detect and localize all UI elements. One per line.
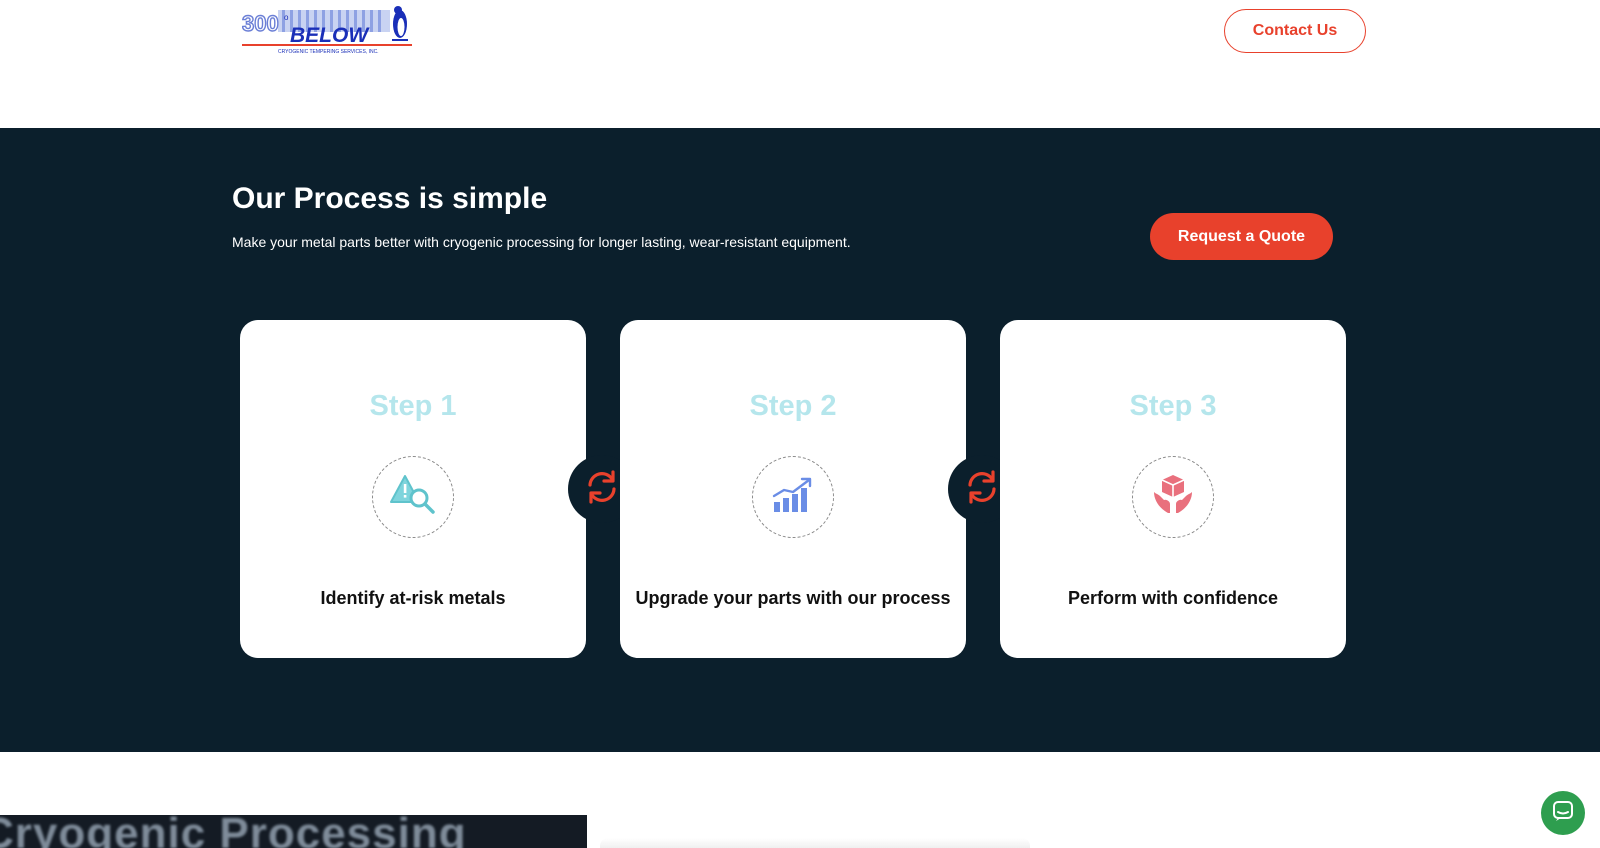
svg-text:BELOW: BELOW bbox=[290, 24, 370, 47]
step-icon-ring bbox=[752, 456, 834, 538]
step-title: Step 1 bbox=[369, 390, 457, 422]
step-card-2: Step 2 Upgrade your parts with our proce… bbox=[620, 320, 966, 658]
image-caption-text: Cryogenic Processing bbox=[0, 815, 467, 848]
step-icon-ring bbox=[1132, 456, 1214, 538]
hands-box-icon bbox=[1151, 472, 1195, 523]
growth-chart-icon bbox=[771, 476, 815, 519]
refresh-cycle-icon bbox=[584, 469, 620, 509]
content-card-edge bbox=[600, 838, 1030, 848]
chat-widget-button[interactable] bbox=[1541, 791, 1585, 835]
step-icon-ring bbox=[372, 456, 454, 538]
svg-text:300: 300 bbox=[242, 11, 279, 36]
process-subtitle: Make your metal parts better with cryoge… bbox=[232, 234, 851, 250]
step-label: Identify at-risk metals bbox=[320, 588, 506, 608]
step-title: Step 3 bbox=[1129, 390, 1217, 422]
step-label: Perform with confidence bbox=[1067, 588, 1279, 608]
process-section: Our Process is simple Make your metal pa… bbox=[0, 128, 1600, 752]
chat-icon bbox=[1552, 800, 1574, 827]
step-card-1: Step 1 Identify at-risk metals bbox=[240, 320, 586, 658]
svg-text:o: o bbox=[284, 13, 289, 22]
refresh-cycle-icon bbox=[964, 469, 1000, 509]
request-quote-button[interactable]: Request a Quote bbox=[1150, 213, 1333, 260]
site-header: 300 o BELOW CRYOGENIC TEMPERING SERVICES… bbox=[0, 0, 1600, 128]
company-logo[interactable]: 300 o BELOW CRYOGENIC TEMPERING SERVICES… bbox=[241, 2, 420, 56]
svg-text:CRYOGENIC TEMPERING SERVICES,: CRYOGENIC TEMPERING SERVICES, INC. bbox=[278, 49, 379, 55]
cryogenic-processing-image: Cryogenic Processing bbox=[0, 815, 587, 848]
warning-magnifier-icon bbox=[387, 472, 439, 523]
contact-us-button[interactable]: Contact Us bbox=[1224, 9, 1366, 53]
step-label: Upgrade your parts with our process bbox=[635, 588, 951, 608]
step-card-3: Step 3 Perform with confidence bbox=[1000, 320, 1346, 658]
step-title: Step 2 bbox=[749, 390, 837, 422]
process-title: Our Process is simple bbox=[232, 182, 548, 215]
